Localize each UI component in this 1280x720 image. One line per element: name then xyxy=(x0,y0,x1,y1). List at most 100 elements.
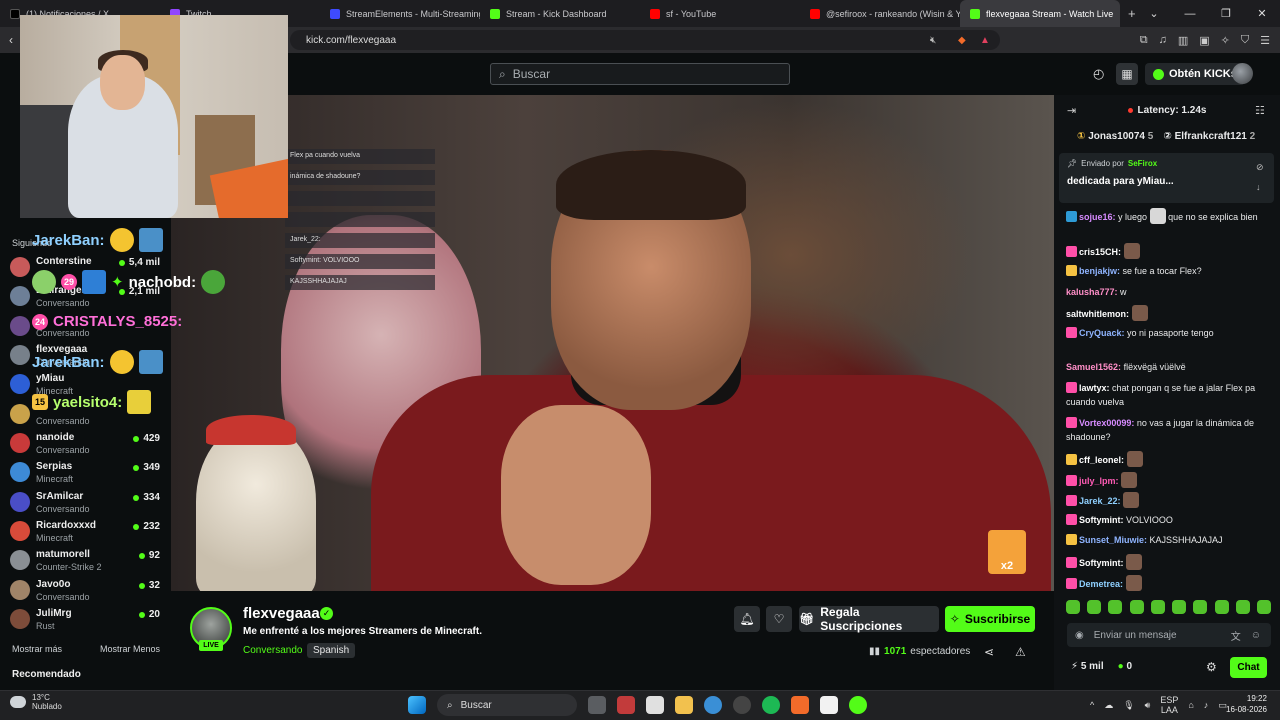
chat-username[interactable]: saltwhitlemon: xyxy=(1066,309,1129,319)
browser-tab[interactable]: Stream - Kick Dashboard xyxy=(480,0,640,27)
browser-tab[interactable]: StreamElements - Multi-Streaming xyxy=(320,0,480,27)
chat-message[interactable]: cris15CH: xyxy=(1066,243,1271,259)
taskbar-clock[interactable]: 19:22 16-08-2026 xyxy=(1226,693,1267,715)
extensions-icon[interactable]: ⧉ xyxy=(1140,34,1148,47)
maximize-icon[interactable]: ❐ xyxy=(1208,7,1244,20)
emote-icon[interactable] xyxy=(1256,600,1271,614)
emote-icon[interactable] xyxy=(1214,600,1229,614)
emote-icon[interactable] xyxy=(1193,600,1208,614)
stream-category-link[interactable]: Conversando xyxy=(243,645,302,656)
chat-message-input[interactable]: ◉ Enviar un mensaje 文 ☺ xyxy=(1067,623,1271,647)
chat-username[interactable]: Softymint: xyxy=(1079,515,1124,525)
chat-message[interactable]: Softymint: xyxy=(1066,554,1271,570)
points-display[interactable]: ⚡︎ 5 mil xyxy=(1071,661,1104,672)
search-input[interactable]: ⌕ Buscar xyxy=(490,63,790,85)
report-icon[interactable]: ⚠ xyxy=(1015,645,1026,659)
show-less-link[interactable]: Mostrar Menos xyxy=(100,644,160,654)
language-indicator[interactable]: ESP LAA xyxy=(1160,695,1178,715)
media-icon[interactable]: ♫ xyxy=(1159,34,1167,46)
send-chat-button[interactable]: Chat xyxy=(1230,657,1267,678)
app-icon[interactable] xyxy=(617,696,635,714)
emote-icon[interactable] xyxy=(1172,600,1187,614)
chat-message[interactable]: kalusha777: w xyxy=(1066,285,1271,299)
chat-message[interactable]: cff_leonel: xyxy=(1066,451,1271,467)
language-tag[interactable]: Spanish xyxy=(307,643,356,658)
dashboard-icon[interactable]: ▦ xyxy=(1116,63,1138,85)
sidebar-channel[interactable]: SrAmilcar Conversando 334 xyxy=(10,489,160,518)
emote-icon[interactable] xyxy=(1108,600,1123,614)
emoji-icon[interactable]: ☺ xyxy=(1251,630,1261,641)
chat-message[interactable]: benjakjw: se fue a tocar Flex? xyxy=(1066,264,1271,278)
chat-username[interactable]: Samuel1562: xyxy=(1066,362,1121,372)
notifications-button[interactable]: 🔔︎ xyxy=(734,606,760,632)
browser-tab[interactable]: sf - YouTube xyxy=(640,0,800,27)
chat-username[interactable]: Vortex00099: xyxy=(1079,418,1134,428)
chat-username[interactable]: july_lpm: xyxy=(1079,476,1119,486)
taskbar-search[interactable]: ⌕ Buscar xyxy=(437,694,577,716)
sidebar-channel[interactable]: matumorell Counter-Strike 2 92 xyxy=(10,547,160,576)
sidebar-channel[interactable]: Javo0o Conversando 32 xyxy=(10,577,160,606)
chat-identity-icon[interactable]: ◉ xyxy=(1075,630,1084,641)
chat-message[interactable]: Softymint: VOLVIOOO xyxy=(1066,513,1271,527)
tray-chevron-icon[interactable]: ^ xyxy=(1090,700,1094,710)
chat-username[interactable]: sojue16: xyxy=(1079,212,1116,222)
sidebar-channel[interactable]: nanoide Conversando 429 xyxy=(10,430,160,459)
sidebar-channel[interactable]: Serpias Minecraft 349 xyxy=(10,459,160,488)
chat-message[interactable]: CryQuack: yo ni pasaporte tengo xyxy=(1066,326,1271,340)
tab-list-icon[interactable]: ⌄ xyxy=(1136,7,1172,20)
vpn-icon[interactable]: ⛉ xyxy=(1241,34,1249,47)
app-icon[interactable] xyxy=(704,696,722,714)
translate-icon[interactable]: 文 xyxy=(1231,628,1241,643)
chat-username[interactable]: kalusha777: xyxy=(1066,287,1118,297)
chat-username[interactable]: Jarek_22: xyxy=(1079,496,1121,506)
brave-shield-icon[interactable]: ◆ xyxy=(958,30,966,50)
chat-message[interactable]: Jarek_22: xyxy=(1066,492,1271,508)
clips-icon[interactable]: ◴ xyxy=(1093,66,1104,82)
follow-button[interactable]: ♡ xyxy=(766,606,792,632)
subscribe-button[interactable]: ✧ Suscribirse xyxy=(945,606,1035,632)
chat-message[interactable]: july_lpm: xyxy=(1066,472,1271,488)
app-icon[interactable] xyxy=(849,696,867,714)
onedrive-icon[interactable]: ☁ xyxy=(1104,700,1113,711)
brave-icon[interactable] xyxy=(791,696,809,714)
wallet-icon[interactable]: ▣ xyxy=(1199,34,1209,47)
chat-username[interactable]: cris15CH: xyxy=(1079,247,1121,257)
back-icon[interactable]: ‹ xyxy=(9,33,13,47)
app-icon[interactable] xyxy=(733,696,751,714)
url-field[interactable]: kick.com/flexvegaaa 🔇︎ ◆ ▲ xyxy=(290,30,1000,50)
task-view-icon[interactable] xyxy=(588,696,606,714)
volume-icon[interactable]: 🔊︎ xyxy=(1145,700,1151,711)
show-more-link[interactable]: Mostrar más xyxy=(12,644,62,654)
sidebar-icon[interactable]: ▥ xyxy=(1178,34,1188,47)
app-icon[interactable] xyxy=(820,696,838,714)
channel-name[interactable]: flexvegaaa xyxy=(243,605,320,622)
user-avatar[interactable] xyxy=(1232,63,1253,84)
gear-icon[interactable]: ⚙ xyxy=(1206,660,1217,674)
emote-icon[interactable] xyxy=(1066,600,1080,614)
sidebar-channel[interactable]: JuliMrg Rust 20 xyxy=(10,606,160,635)
emote-icon[interactable] xyxy=(1150,600,1165,614)
chat-username[interactable]: lawtyx: xyxy=(1079,383,1110,393)
rewards-icon[interactable]: ▲ xyxy=(980,30,990,50)
chat-users-icon[interactable]: ☷ xyxy=(1255,104,1265,117)
share-icon[interactable]: ⋖ xyxy=(984,645,994,659)
chat-username[interactable]: cff_leonel: xyxy=(1079,455,1124,465)
mic-icon[interactable]: 🎙︎ xyxy=(1123,700,1134,711)
sidebar-channel[interactable]: Ricardoxxxd Minecraft 232 xyxy=(10,518,160,547)
chat-username[interactable]: CryQuack: xyxy=(1079,328,1125,338)
emote-icon[interactable] xyxy=(1087,600,1102,614)
hide-pin-icon[interactable]: ⊘ xyxy=(1256,162,1264,173)
close-window-icon[interactable]: ✕ xyxy=(1244,7,1280,20)
kicks-display[interactable]: ● 0 xyxy=(1118,661,1132,672)
pinned-message[interactable]: 📌︎ Enviado por SeFirox dedicada para yMi… xyxy=(1059,153,1274,203)
chat-username[interactable]: Sunset_Miuwie: xyxy=(1079,535,1147,545)
leaderboard-item[interactable]: ① Jonas10074 5 xyxy=(1077,131,1153,142)
emote-icon[interactable] xyxy=(1235,600,1250,614)
windows-start-icon[interactable] xyxy=(408,696,426,714)
file-explorer-icon[interactable] xyxy=(675,696,693,714)
leaderboard-item[interactable]: ② Elfrankcraft121 2 xyxy=(1163,131,1255,142)
chat-username[interactable]: Demetrea: xyxy=(1079,579,1123,589)
mute-icon[interactable]: 🔇︎ xyxy=(930,30,936,50)
chat-username[interactable]: benjakjw: xyxy=(1079,266,1120,276)
chat-message[interactable]: Sunset_Miuwie: KAJSSHHAJAJAJ xyxy=(1066,533,1271,547)
